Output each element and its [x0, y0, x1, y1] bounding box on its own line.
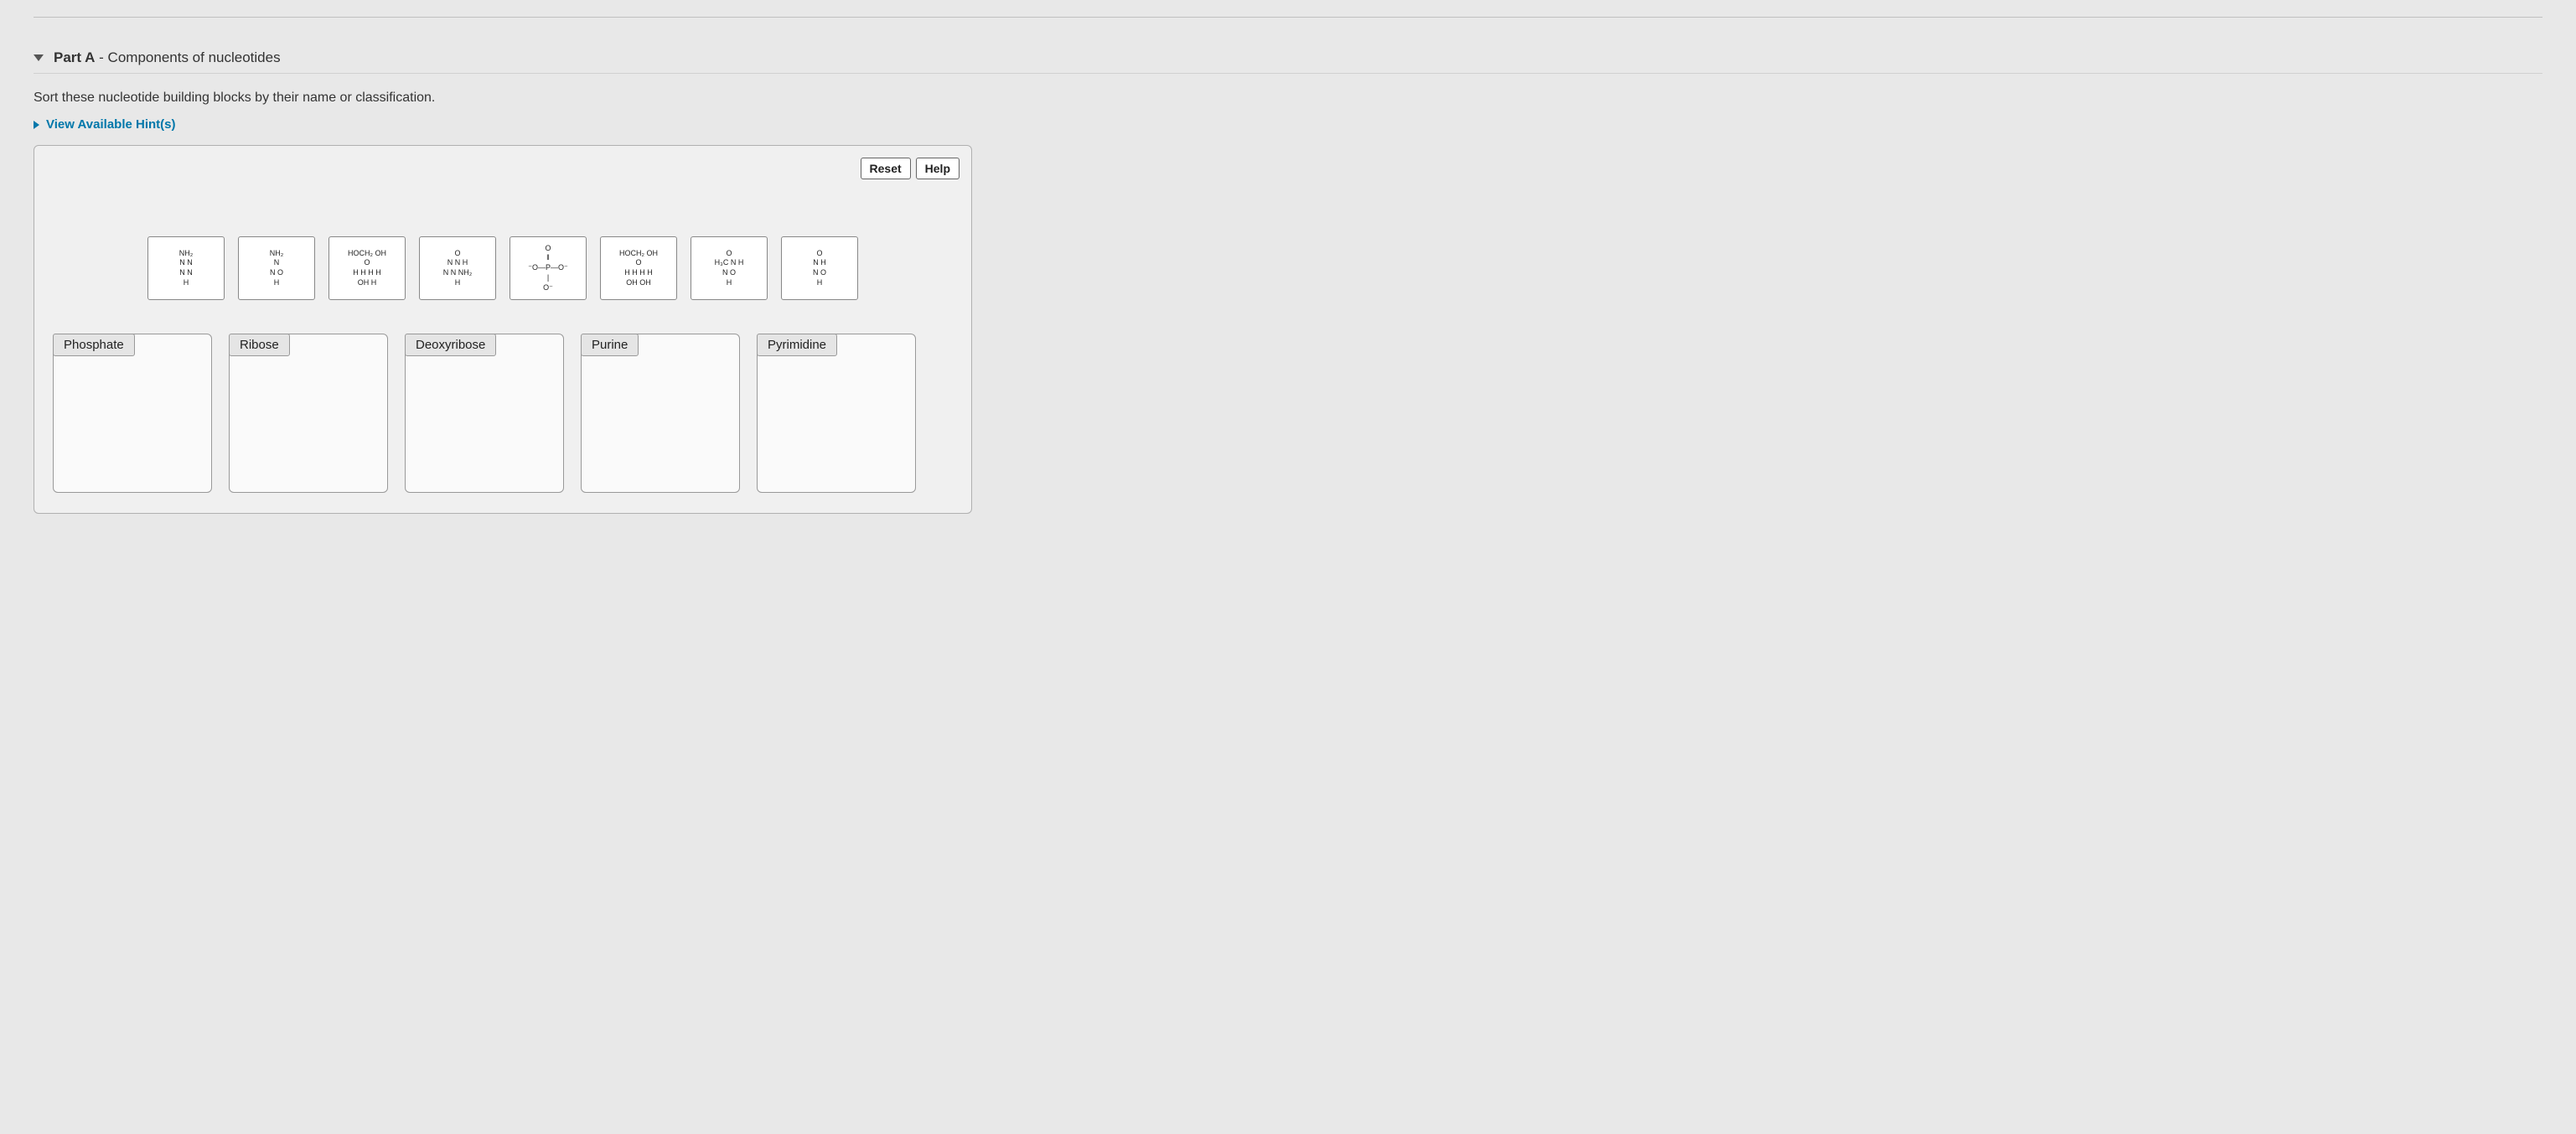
- item-thymine[interactable]: O H₃C N H N O H: [691, 236, 768, 300]
- instructions-text: Sort these nucleotide building blocks by…: [34, 91, 2542, 106]
- item-ribose[interactable]: HOCH₂ OH O H H H H OH OH: [600, 236, 677, 300]
- bin-label-pyrimidine: Pyrimidine: [757, 334, 837, 356]
- bin-ribose[interactable]: Ribose: [229, 334, 388, 493]
- part-label-rest: - Components of nucleotides: [95, 49, 280, 65]
- action-buttons: Reset Help: [861, 158, 960, 179]
- bin-label-deoxyribose: Deoxyribose: [405, 334, 496, 356]
- draggable-items-row: NH₂ N N N N H NH₂ N N O H HOCH₂ OH O H H…: [49, 236, 956, 300]
- part-label-bold: Part A: [54, 49, 95, 65]
- bin-purine[interactable]: Purine: [581, 334, 740, 493]
- hints-label: View Available Hint(s): [46, 117, 176, 132]
- bin-phosphate[interactable]: Phosphate: [53, 334, 212, 493]
- bin-label-purine: Purine: [581, 334, 639, 356]
- part-title: Part A - Components of nucleotides: [54, 49, 281, 66]
- help-button[interactable]: Help: [916, 158, 960, 179]
- item-deoxyribose[interactable]: HOCH₂ OH O H H H H OH H: [328, 236, 406, 300]
- top-divider: [34, 17, 2542, 18]
- bin-pyrimidine[interactable]: Pyrimidine: [757, 334, 916, 493]
- bin-label-phosphate: Phosphate: [53, 334, 135, 356]
- item-adenine[interactable]: NH₂ N N N N H: [147, 236, 225, 300]
- view-hints-link[interactable]: View Available Hint(s): [34, 117, 2542, 132]
- sort-activity-panel: Reset Help NH₂ N N N N H NH₂ N N O H HOC…: [34, 145, 972, 514]
- item-uracil[interactable]: O N H N O H: [781, 236, 858, 300]
- bin-label-ribose: Ribose: [229, 334, 290, 356]
- reset-button[interactable]: Reset: [861, 158, 911, 179]
- collapse-icon[interactable]: [34, 54, 44, 61]
- drop-bins-row: Phosphate Ribose Deoxyribose Purine Pyri…: [49, 334, 956, 493]
- bin-deoxyribose[interactable]: Deoxyribose: [405, 334, 564, 493]
- item-cytosine[interactable]: NH₂ N N O H: [238, 236, 315, 300]
- expand-icon: [34, 121, 39, 129]
- item-phosphate[interactable]: O ‖ ⁻O—P—O⁻ | O⁻: [510, 236, 587, 300]
- item-guanine[interactable]: O N N H N N NH₂ H: [419, 236, 496, 300]
- part-header: Part A - Components of nucleotides: [34, 43, 2542, 74]
